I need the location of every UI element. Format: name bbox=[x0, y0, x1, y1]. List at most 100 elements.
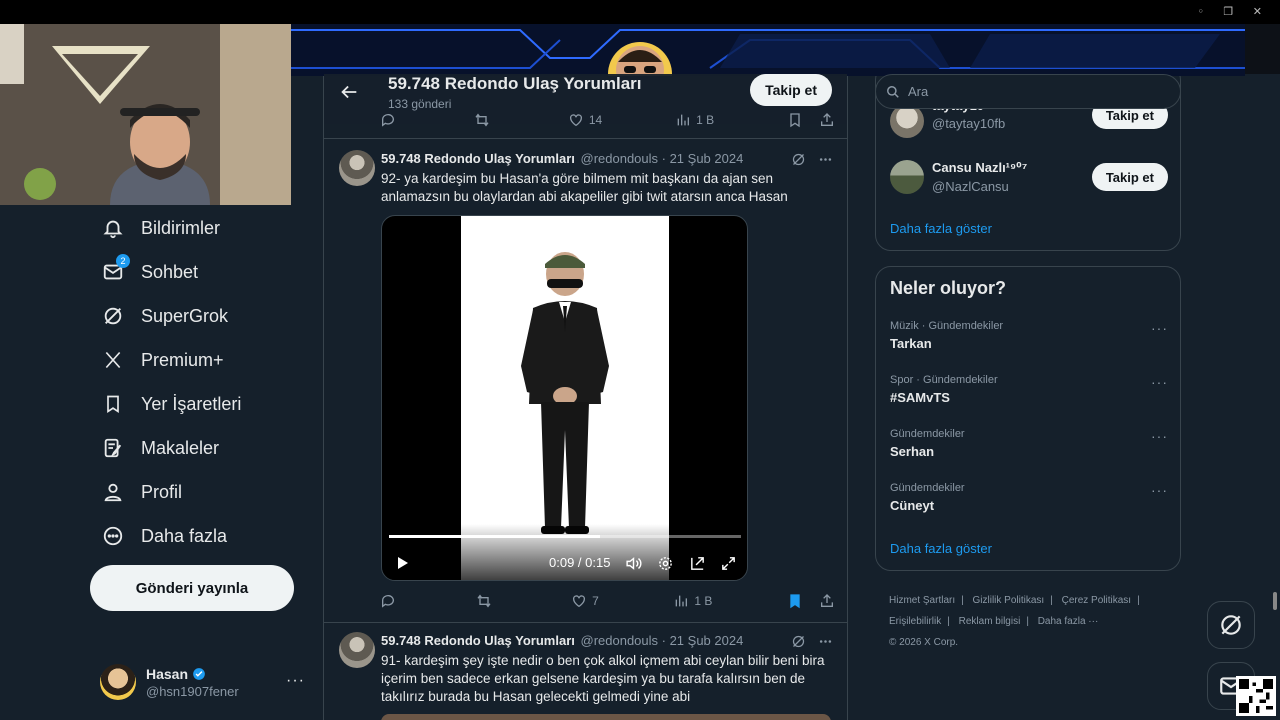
tweet-actions-right bbox=[787, 112, 835, 128]
more-icon[interactable] bbox=[818, 634, 833, 649]
post-button[interactable]: Gönderi yayınla bbox=[90, 565, 294, 611]
grok-icon[interactable] bbox=[791, 634, 806, 649]
post-count: 133 gönderi bbox=[388, 97, 452, 111]
view-count: 1 B bbox=[696, 113, 715, 127]
video-player[interactable]: 0:09 / 0:15 bbox=[381, 215, 748, 581]
repost-button[interactable] bbox=[474, 112, 495, 128]
follow-button[interactable]: Takip et bbox=[750, 74, 832, 106]
tweet-header-icons bbox=[791, 152, 833, 167]
follow-button[interactable]: Takip et bbox=[1091, 163, 1168, 191]
play-icon[interactable] bbox=[394, 555, 410, 571]
trend-category: Spor · Gündemdekiler bbox=[890, 374, 998, 386]
reply-button[interactable] bbox=[380, 593, 401, 609]
account-switcher[interactable]: Hasan @hsn1907fener ··· bbox=[100, 662, 310, 702]
nav-item-more[interactable]: Daha fazla bbox=[100, 521, 227, 551]
like-count: 7 bbox=[592, 594, 599, 608]
tweet-actions-right bbox=[787, 593, 835, 609]
tweet-media-preview[interactable] bbox=[381, 714, 831, 720]
nav-label: Daha fazla bbox=[141, 525, 228, 546]
trend-more-icon[interactable]: ··· bbox=[1151, 320, 1168, 336]
tweet-author-name[interactable]: 59.748 Redondo Ulaş Yorumları bbox=[381, 151, 575, 166]
nav-item-bookmarks[interactable]: Yer İşaretleri bbox=[100, 389, 241, 419]
tweet-author-name[interactable]: 59.748 Redondo Ulaş Yorumları bbox=[381, 633, 575, 648]
nav-item-profile[interactable]: Profil bbox=[100, 477, 182, 507]
tweet-avatar[interactable] bbox=[339, 150, 375, 186]
suggestion-name: Cansu Nazlı¹⁹⁰⁷ bbox=[932, 160, 1028, 175]
footer-link[interactable]: Hizmet Şartları bbox=[889, 595, 955, 606]
volume-icon[interactable] bbox=[625, 555, 642, 572]
footer-link[interactable]: Çerez Politikası bbox=[1062, 595, 1131, 606]
nav-item-chat[interactable]: 2 Sohbet bbox=[100, 254, 198, 287]
nav-item-premium[interactable]: Premium+ bbox=[100, 345, 224, 375]
trend-category: Gündemdekiler bbox=[890, 482, 965, 494]
view-count: 1 B bbox=[694, 594, 713, 608]
trend-item[interactable]: Gündemdekiler Cüneyt ··· bbox=[890, 482, 1168, 522]
nav-item-notifications[interactable]: Bildirimler bbox=[100, 213, 220, 243]
footer-link[interactable]: Gizlilik Politikası bbox=[973, 595, 1045, 606]
repost-button[interactable] bbox=[476, 593, 497, 609]
fullscreen-icon[interactable] bbox=[720, 555, 737, 572]
nav-item-articles[interactable]: Makaleler bbox=[100, 433, 219, 463]
main-timeline: 59.748 Redondo Ulaş Yorumları 133 gönder… bbox=[323, 74, 848, 720]
more-icon[interactable] bbox=[818, 152, 833, 167]
views-button[interactable]: 1 B bbox=[673, 593, 712, 609]
trend-name: Tarkan bbox=[890, 336, 932, 351]
share-icon[interactable] bbox=[819, 593, 835, 609]
qr-code-image bbox=[1239, 679, 1273, 713]
footer-link[interactable]: Erişilebilirlik bbox=[889, 616, 941, 627]
nav-item-supergrok[interactable]: SuperGrok bbox=[100, 301, 228, 331]
tweet-actions: 7 1 B bbox=[380, 591, 835, 611]
show-more-link[interactable]: Daha fazla göster bbox=[890, 541, 992, 556]
video-progress-bar[interactable] bbox=[389, 535, 741, 538]
scrollbar-thumb[interactable] bbox=[1273, 592, 1277, 610]
follow-suggestion[interactable]: Cansu Nazlı¹⁹⁰⁷ @NazlCansu Takip et bbox=[890, 157, 1168, 197]
window-controls[interactable]: ◦ ❐ ✕ bbox=[1197, 5, 1270, 18]
nav-label: Profil bbox=[141, 481, 183, 502]
like-count: 14 bbox=[588, 113, 603, 127]
trend-item[interactable]: Spor · Gündemdekiler #SAMvTS ··· bbox=[890, 374, 1168, 414]
trend-name: Serhan bbox=[890, 444, 935, 459]
tweet-meta: @redondouls · 21 Şub 2024 bbox=[580, 151, 744, 166]
account-more-icon[interactable]: ··· bbox=[286, 672, 305, 690]
repost-icon bbox=[475, 113, 489, 127]
grok-floating-button[interactable] bbox=[1207, 601, 1255, 649]
like-button[interactable]: 7 bbox=[571, 593, 599, 609]
copyright: © 2026 X Corp. bbox=[889, 637, 959, 648]
nav-label: SuperGrok bbox=[141, 305, 229, 326]
divider bbox=[324, 622, 847, 623]
grok-icon[interactable] bbox=[791, 152, 806, 167]
tweet[interactable]: 59.748 Redondo Ulaş Yorumları @redondoul… bbox=[324, 150, 847, 630]
bookmark-filled-icon[interactable] bbox=[787, 593, 803, 609]
trend-item[interactable]: Gündemdekiler Serhan ··· bbox=[890, 428, 1168, 468]
trend-more-icon[interactable]: ··· bbox=[1151, 428, 1168, 444]
bookmark-icon[interactable] bbox=[787, 112, 803, 128]
repost-icon bbox=[477, 594, 491, 608]
divider bbox=[324, 138, 847, 139]
search-input[interactable] bbox=[908, 84, 1158, 99]
grok-icon bbox=[100, 303, 126, 329]
trends-title: Neler oluyor? bbox=[890, 278, 1007, 298]
trend-more-icon[interactable]: ··· bbox=[1151, 482, 1168, 498]
avatar bbox=[890, 104, 924, 138]
trend-more-icon[interactable]: ··· bbox=[1151, 374, 1168, 390]
person-icon bbox=[100, 479, 126, 505]
settings-gear-icon[interactable] bbox=[657, 555, 674, 572]
tweet[interactable]: 59.748 Redondo Ulaş Yorumları @redondoul… bbox=[324, 632, 847, 720]
footer-link[interactable]: Daha fazla ··· bbox=[1038, 616, 1099, 627]
tweet-avatar[interactable] bbox=[339, 632, 375, 668]
heart-icon bbox=[569, 114, 582, 127]
views-button[interactable]: 1 B bbox=[675, 112, 714, 128]
share-icon[interactable] bbox=[819, 112, 835, 128]
back-arrow-icon[interactable] bbox=[338, 81, 360, 103]
footer-link[interactable]: Reklam bilgisi bbox=[959, 616, 1021, 627]
trend-name: Cüneyt bbox=[890, 498, 935, 513]
like-button[interactable]: 14 bbox=[568, 112, 602, 128]
account-name: Hasan bbox=[146, 665, 189, 682]
reply-button[interactable] bbox=[380, 112, 401, 128]
video-time: 0:09 / 0:15 bbox=[549, 555, 611, 570]
picture-in-picture-icon[interactable] bbox=[689, 555, 706, 572]
show-more-link[interactable]: Daha fazla göster bbox=[890, 221, 992, 236]
trend-item[interactable]: Müzik · Gündemdekiler Tarkan ··· bbox=[890, 320, 1168, 360]
search-box[interactable] bbox=[875, 74, 1181, 109]
browser-top-strip: ◦ ❐ ✕ bbox=[0, 0, 1280, 24]
